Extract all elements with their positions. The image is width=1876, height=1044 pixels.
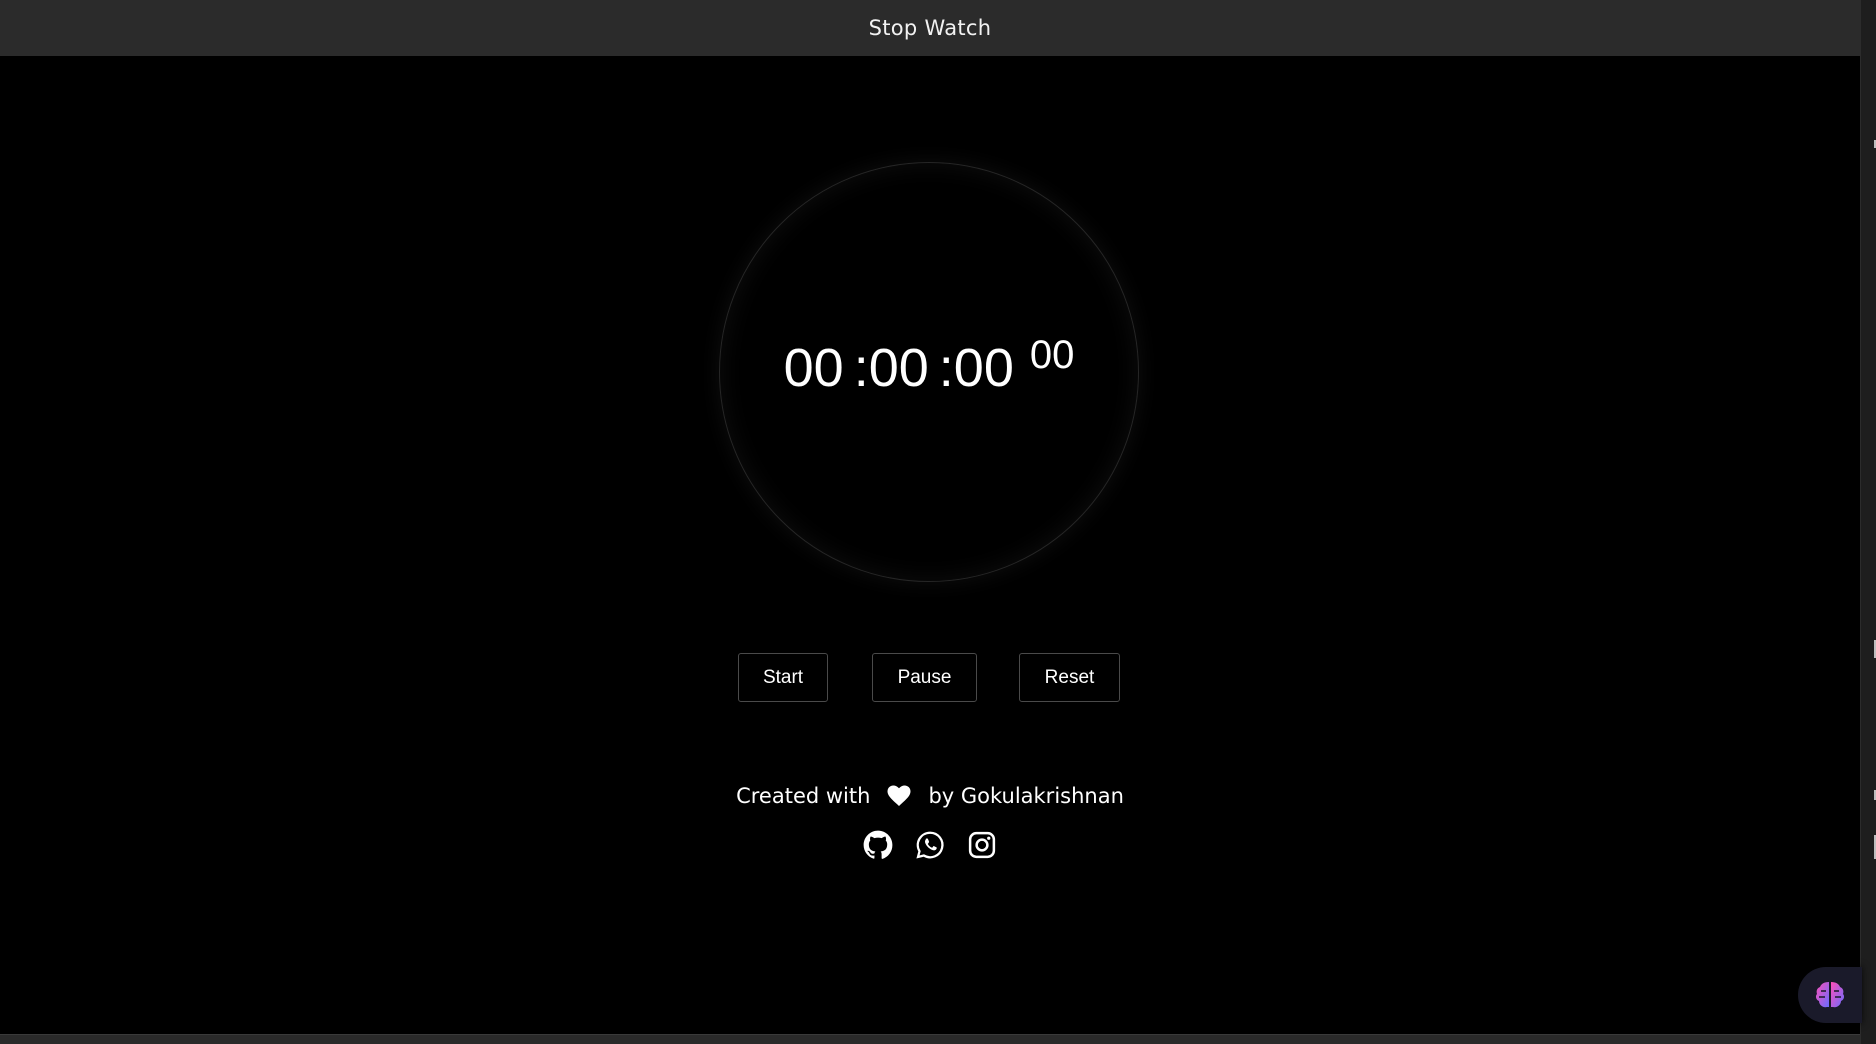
page: Stop Watch 00 :00 :00 00 Start Pause Res… <box>0 0 1876 1044</box>
window-bottom-edge <box>0 1034 1860 1044</box>
created-with-text: Created with <box>736 784 871 808</box>
github-icon[interactable] <box>863 830 893 860</box>
assistant-badge[interactable] <box>1798 967 1862 1023</box>
instagram-icon[interactable] <box>967 830 997 860</box>
heart-icon <box>887 785 911 806</box>
minutes-value: :00 <box>853 338 929 398</box>
time-display: 00 :00 :00 00 <box>720 335 1138 398</box>
reset-button[interactable]: Reset <box>1019 653 1120 702</box>
whatsapp-icon[interactable] <box>915 830 945 860</box>
window-edge <box>1860 0 1876 1044</box>
credit-line: Created with by Gokulakrishnan <box>0 784 1860 808</box>
app-title: Stop Watch <box>868 16 992 40</box>
start-button[interactable]: Start <box>738 653 828 702</box>
social-links <box>0 830 1860 860</box>
stopwatch-face: 00 :00 :00 00 <box>719 162 1139 582</box>
app-header: Stop Watch <box>0 0 1860 56</box>
seconds-value: :00 <box>938 338 1014 398</box>
centiseconds-value: 00 <box>1029 333 1075 377</box>
hours-value: 00 <box>783 338 844 398</box>
brain-icon <box>1815 982 1845 1008</box>
author-text: by Gokulakrishnan <box>928 784 1124 808</box>
pause-button[interactable]: Pause <box>872 653 977 702</box>
